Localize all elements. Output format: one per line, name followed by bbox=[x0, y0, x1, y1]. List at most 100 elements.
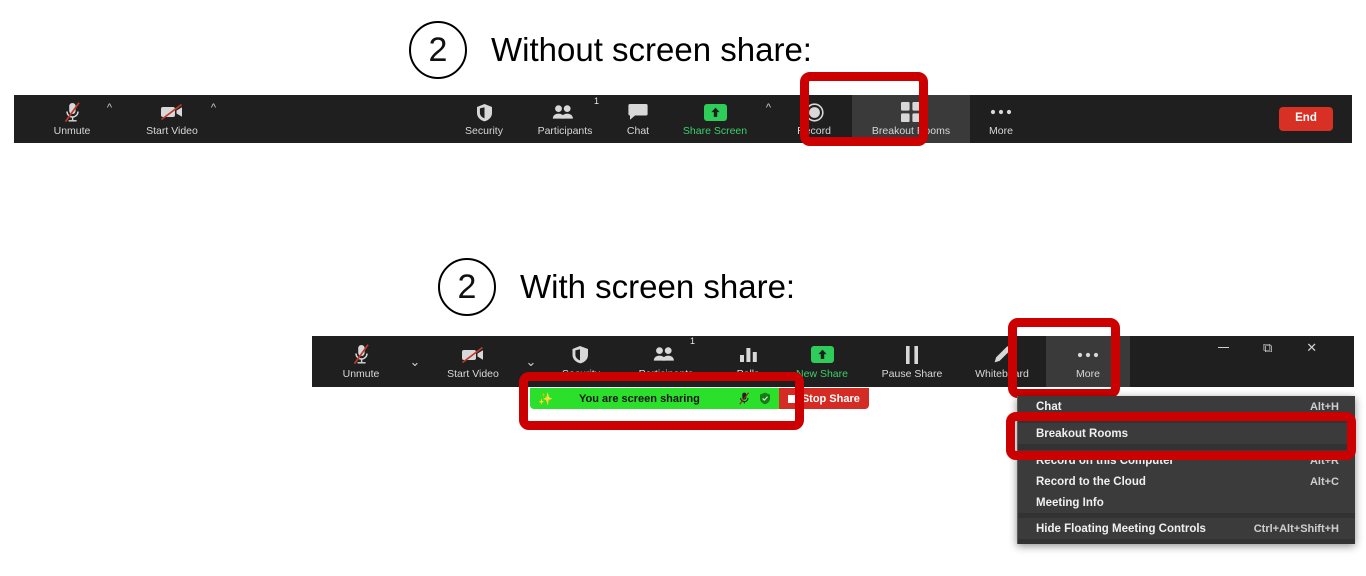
menu-bottom-padding bbox=[1018, 539, 1355, 544]
polls-button[interactable]: Polls bbox=[718, 336, 778, 387]
breakout-rooms-button[interactable]: Breakout Rooms bbox=[852, 95, 970, 143]
start-video-label: Start Video bbox=[146, 125, 198, 138]
toolbar-spacer-right bbox=[1032, 95, 1260, 143]
menu-item-chat-label: Chat bbox=[1036, 400, 1062, 413]
more-dropdown-menu: Chat Alt+H Breakout Rooms Record on this… bbox=[1017, 396, 1355, 544]
more-button-2[interactable]: More bbox=[1046, 336, 1130, 387]
menu-item-meeting-info[interactable]: Meeting Info bbox=[1018, 492, 1355, 513]
shield-small-icon[interactable] bbox=[759, 392, 771, 405]
whiteboard-label: Whiteboard bbox=[975, 367, 1029, 380]
unmute-button[interactable]: Unmute ^ bbox=[30, 95, 114, 143]
share-screen-icon bbox=[703, 101, 727, 123]
breakout-rooms-icon bbox=[901, 101, 921, 123]
security-button-2[interactable]: Security bbox=[548, 336, 614, 387]
participants-icon bbox=[552, 101, 578, 123]
menu-item-breakout-rooms[interactable]: Breakout Rooms bbox=[1018, 423, 1355, 444]
menu-item-record-computer-shortcut: Alt+R bbox=[1309, 454, 1339, 467]
share-screen-label: Share Screen bbox=[682, 125, 748, 138]
chat-button[interactable]: Chat bbox=[608, 95, 668, 143]
chat-label: Chat bbox=[626, 125, 650, 138]
menu-item-record-cloud[interactable]: Record to the Cloud Alt+C bbox=[1018, 471, 1355, 492]
start-video-button[interactable]: Start Video ^ bbox=[126, 95, 218, 143]
pause-share-label: Pause Share bbox=[881, 367, 943, 380]
menu-item-breakout-rooms-label: Breakout Rooms bbox=[1036, 427, 1129, 440]
more-button[interactable]: More bbox=[970, 95, 1032, 143]
mic-muted-icon bbox=[64, 101, 81, 123]
shield-icon bbox=[476, 101, 493, 123]
share-screen-button[interactable]: Share Screen ^ bbox=[668, 95, 771, 143]
close-icon[interactable]: ✕ bbox=[1306, 341, 1317, 354]
pause-share-button[interactable]: Pause Share bbox=[866, 336, 958, 387]
minimize-icon[interactable] bbox=[1218, 347, 1229, 348]
step-heading-with-share: 2 With screen share: bbox=[438, 258, 795, 316]
step-number-circle: 2 bbox=[409, 21, 467, 79]
stop-share-label: Stop Share bbox=[801, 392, 860, 405]
participants-count-badge: 1 bbox=[593, 96, 599, 106]
shield-icon bbox=[571, 344, 591, 366]
end-button[interactable]: End bbox=[1279, 107, 1333, 131]
more-label: More bbox=[989, 125, 1013, 138]
video-muted-icon bbox=[160, 101, 184, 123]
mic-options-chevron[interactable]: ⌄ bbox=[398, 336, 432, 387]
video-muted-icon bbox=[461, 344, 485, 366]
screen-sharing-indicator: ✨ You are screen sharing bbox=[530, 388, 779, 409]
toolbar-spacer-left bbox=[218, 95, 446, 143]
security-button[interactable]: Security bbox=[446, 95, 522, 143]
whiteboard-button[interactable]: Whiteboard bbox=[958, 336, 1046, 387]
share-screen-icon bbox=[810, 344, 834, 366]
mic-muted-icon bbox=[353, 344, 370, 366]
chevron-down-icon: ⌄ bbox=[525, 354, 537, 369]
step-label-2: With screen share: bbox=[520, 268, 796, 305]
step-number-circle-2: 2 bbox=[438, 258, 496, 316]
menu-item-chat-shortcut: Alt+H bbox=[1309, 400, 1339, 413]
restore-icon[interactable]: ⧉ bbox=[1263, 341, 1272, 354]
step-label: Without screen share: bbox=[491, 31, 812, 68]
meeting-toolbar-without-share: Unmute ^ Start Video ^ Security 1 Partic… bbox=[14, 95, 1352, 143]
unmute-label-2: Unmute bbox=[342, 367, 380, 380]
more-dots-icon bbox=[1077, 344, 1099, 366]
participants-label-2: Participants bbox=[638, 367, 694, 380]
participants-count-badge-2: 1 bbox=[689, 336, 695, 346]
menu-item-hide-floating-controls[interactable]: Hide Floating Meeting Controls Ctrl+Alt+… bbox=[1018, 518, 1355, 539]
more-label-2: More bbox=[1076, 367, 1100, 380]
mic-options-caret-icon[interactable]: ^ bbox=[107, 103, 112, 114]
screen-sharing-text: You are screen sharing bbox=[578, 392, 700, 405]
start-video-button-2[interactable]: Start Video bbox=[432, 336, 514, 387]
unmute-button-2[interactable]: Unmute bbox=[324, 336, 398, 387]
participants-label: Participants bbox=[537, 125, 593, 138]
chevron-down-icon: ⌄ bbox=[409, 354, 421, 369]
screenshot-canvas: 2 Without screen share: Unmute ^ Start V… bbox=[0, 0, 1366, 576]
record-label: Record bbox=[797, 125, 831, 138]
menu-item-record-computer-label: Record on this Computer bbox=[1036, 454, 1175, 467]
participants-icon bbox=[653, 344, 679, 366]
step-heading-without-share: 2 Without screen share: bbox=[409, 21, 812, 79]
video-options-caret-icon[interactable]: ^ bbox=[211, 103, 216, 114]
video-options-chevron[interactable]: ⌄ bbox=[514, 336, 548, 387]
pencil-icon bbox=[993, 344, 1012, 366]
record-circle-icon bbox=[804, 101, 824, 123]
end-meeting-cell: End bbox=[1260, 95, 1352, 143]
security-label-2: Security bbox=[562, 367, 600, 380]
pause-icon bbox=[904, 344, 920, 366]
security-label: Security bbox=[465, 125, 503, 138]
screen-share-lock-icon: ✨ bbox=[538, 391, 553, 406]
menu-item-record-cloud-label: Record to the Cloud bbox=[1036, 475, 1146, 488]
participants-button-2[interactable]: 1 Participants bbox=[614, 336, 718, 387]
menu-item-record-computer[interactable]: Record on this Computer Alt+R bbox=[1018, 450, 1355, 471]
menu-item-hide-floating-controls-label: Hide Floating Meeting Controls bbox=[1036, 522, 1206, 535]
window-controls: ⧉ ✕ bbox=[1218, 341, 1317, 354]
menu-item-chat[interactable]: Chat Alt+H bbox=[1018, 396, 1355, 417]
polls-bars-icon bbox=[739, 344, 758, 366]
breakout-rooms-label: Breakout Rooms bbox=[871, 125, 951, 138]
chat-bubble-icon bbox=[628, 101, 648, 123]
participants-button[interactable]: 1 Participants bbox=[522, 95, 608, 143]
menu-item-meeting-info-label: Meeting Info bbox=[1036, 496, 1104, 509]
stop-share-button[interactable]: Stop Share bbox=[778, 388, 869, 409]
meeting-toolbar-with-share: Unmute ⌄ Start Video ⌄ Security 1 Partic… bbox=[312, 336, 1354, 387]
mic-muted-small-icon[interactable] bbox=[739, 392, 750, 405]
stop-square-icon bbox=[787, 394, 796, 403]
new-share-button[interactable]: New Share bbox=[778, 336, 866, 387]
screen-sharing-status-bar: ✨ You are screen sharing Stop Share bbox=[530, 388, 869, 409]
record-button[interactable]: Record bbox=[776, 95, 852, 143]
share-options-caret-icon[interactable]: ^ bbox=[766, 103, 771, 114]
